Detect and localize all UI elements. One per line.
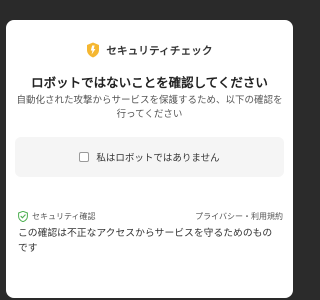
description-text: 自動化された攻撃からサービスを保護するため、以下の確認を行ってください bbox=[16, 95, 283, 120]
dialog-footer: セキュリティ確認 プライバシー・利用規約 bbox=[18, 211, 283, 222]
dialog-title: セキュリティチェック bbox=[106, 44, 213, 57]
shield-icon bbox=[87, 42, 100, 58]
footer-note: この確認は不正なアクセスからサービスを守るためのものです bbox=[18, 228, 273, 254]
dialog-header: セキュリティチェック bbox=[6, 42, 293, 58]
security-label: セキュリティ確認 bbox=[32, 212, 96, 221]
shield-check-icon bbox=[18, 211, 28, 222]
security-badge: セキュリティ確認 bbox=[18, 211, 96, 222]
privacy-terms-link[interactable]: プライバシー・利用規約 bbox=[195, 211, 283, 222]
robot-check-button[interactable]: 私はロボットではありません bbox=[15, 137, 284, 177]
main-headline: ロボットではないことを確認してください bbox=[31, 75, 268, 90]
robot-checkbox-label[interactable]: 私はロボットではありません bbox=[96, 150, 219, 164]
captcha-dialog: セキュリティチェック ロボットではないことを確認してください 自動化された攻撃か… bbox=[6, 20, 293, 298]
robot-checkbox[interactable] bbox=[79, 152, 90, 162]
